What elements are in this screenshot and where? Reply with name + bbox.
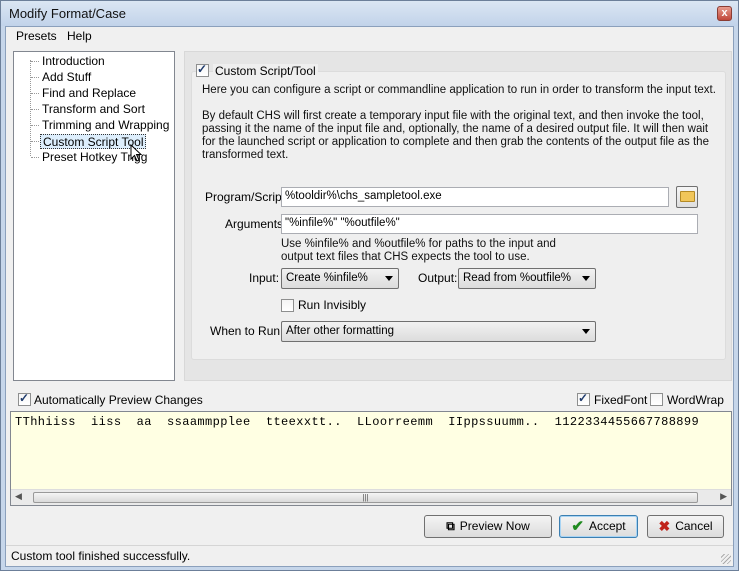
accept-button[interactable]: ✔ Accept <box>559 515 638 538</box>
fixedfont-checkbox[interactable] <box>577 391 590 406</box>
input-select-value: Create %infile% <box>286 272 368 284</box>
scrollbar-thumb[interactable]: ||| <box>33 492 698 503</box>
custom-script-group: Custom Script/Tool Here you can configur… <box>191 62 726 360</box>
input-label: Input: <box>249 271 280 285</box>
tree-branch <box>31 141 39 142</box>
wordwrap-label: WordWrap <box>667 393 724 407</box>
auto-preview-label: Automatically Preview Changes <box>34 393 203 407</box>
dialog-window: Modify Format/Case x Presets Help Introd… <box>0 0 739 571</box>
output-select[interactable]: Read from %outfile% <box>458 268 596 289</box>
arguments-label: Arguments: <box>225 217 287 231</box>
menu-bar: Presets Help <box>6 27 733 46</box>
options-tree: Introduction Add Stuff Find and Replace … <box>13 51 175 381</box>
auto-preview-checkbox[interactable] <box>18 391 31 406</box>
scroll-right-icon[interactable]: ▶ <box>720 491 727 502</box>
preview-text: TThhiiss iiss aa ssaammpplee tteexxtt.. … <box>15 415 700 429</box>
cancel-x-icon: ✖ <box>658 518 671 535</box>
menu-help[interactable]: Help <box>67 29 92 43</box>
settings-pane: Custom Script/Tool Here you can configur… <box>184 51 732 381</box>
title-bar: Modify Format/Case x <box>1 1 738 26</box>
preview-now-button[interactable]: ⧉ Preview Now <box>424 515 552 538</box>
tree-branch <box>31 157 39 158</box>
tree-branch <box>31 61 39 62</box>
description-text: By default CHS will first create a tempo… <box>202 110 709 161</box>
when-to-run-value: After other formatting <box>286 325 395 337</box>
cancel-button[interactable]: ✖ Cancel <box>647 515 724 538</box>
tree-item-introduction[interactable]: Introduction <box>40 54 107 69</box>
preview-textarea[interactable]: TThhiiss iiss aa ssaammpplee tteexxtt.. … <box>10 411 732 506</box>
window-title: Modify Format/Case <box>9 6 127 21</box>
menu-presets[interactable]: Presets <box>16 29 57 43</box>
close-icon: x <box>721 7 728 19</box>
checkmark-icon: ✔ <box>571 518 584 536</box>
client-area: Presets Help Introduction Add Stuff Find… <box>5 26 734 567</box>
enable-custom-script-label: Custom Script/Tool <box>213 64 318 78</box>
status-bar: Custom tool finished successfully. <box>6 545 733 566</box>
status-text: Custom tool finished successfully. <box>11 549 191 563</box>
run-invisibly-checkbox[interactable] <box>281 299 294 312</box>
preview-icon: ⧉ <box>446 519 455 534</box>
fixedfont-label: FixedFont <box>594 393 648 407</box>
cancel-label: Cancel <box>675 519 713 533</box>
tree-item-trimming-wrapping[interactable]: Trimming and Wrapping <box>40 118 171 133</box>
input-select[interactable]: Create %infile% <box>281 268 399 289</box>
accept-label: Accept <box>588 519 626 533</box>
output-label: Output: <box>418 271 458 285</box>
chevron-down-icon <box>385 276 393 281</box>
resize-grip-icon[interactable] <box>721 554 731 564</box>
intro-text: Here you can configure a script or comma… <box>202 84 716 96</box>
program-input[interactable]: %tooldir%\chs_sampletool.exe <box>281 187 669 207</box>
arguments-hint: Use %infile% and %outfile% for paths to … <box>281 238 556 263</box>
tree-branch <box>31 93 39 94</box>
tree-branch <box>31 77 39 78</box>
tree-item-add-stuff[interactable]: Add Stuff <box>40 70 93 85</box>
scroll-left-icon[interactable]: ◀ <box>15 491 22 502</box>
output-select-value: Read from %outfile% <box>463 272 572 284</box>
preview-now-label: Preview Now <box>459 519 530 533</box>
arguments-input[interactable]: "%infile%" "%outfile%" <box>281 214 698 234</box>
when-to-run-select[interactable]: After other formatting <box>281 321 596 342</box>
program-label: Program/Script: <box>205 190 289 204</box>
browse-folder-button[interactable] <box>676 186 698 208</box>
tree-item-find-replace[interactable]: Find and Replace <box>40 86 138 101</box>
run-invisibly-label: Run Invisibly <box>298 298 367 312</box>
mouse-cursor-icon <box>130 144 143 162</box>
horizontal-scrollbar[interactable]: ◀ ||| ▶ <box>11 489 731 505</box>
chevron-down-icon <box>582 276 590 281</box>
tree-branch <box>31 125 39 126</box>
chevron-down-icon <box>582 329 590 334</box>
folder-icon <box>680 191 695 202</box>
enable-custom-script-checkbox[interactable] <box>196 62 209 77</box>
tree-item-transform-sort[interactable]: Transform and Sort <box>40 102 147 117</box>
tree-branch <box>31 109 39 110</box>
when-to-run-label: When to Run: <box>210 324 284 338</box>
close-button[interactable]: x <box>717 6 732 21</box>
wordwrap-checkbox[interactable] <box>650 393 663 406</box>
